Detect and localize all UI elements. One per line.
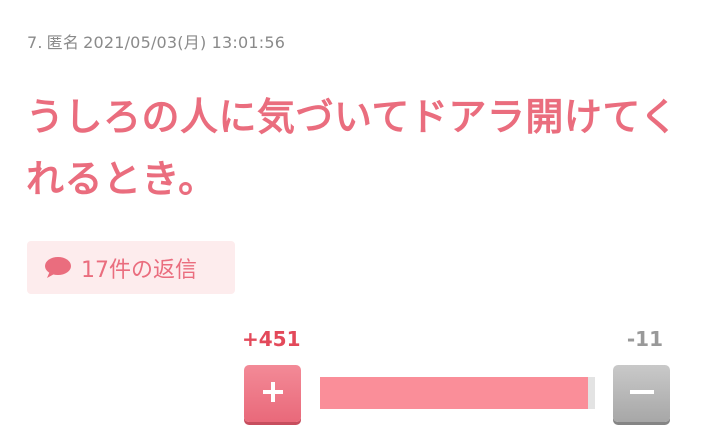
plus-vote-button[interactable] — [244, 365, 301, 422]
plus-vote-count: +451 — [242, 327, 301, 351]
post-meta: 7. 匿名 2021/05/03(月) 13:01:56 — [27, 29, 285, 53]
replies-button[interactable]: 17件の返信 — [27, 241, 235, 294]
plus-icon — [261, 380, 285, 408]
vote-ratio-fill — [320, 377, 589, 409]
minus-vote-button[interactable] — [613, 365, 670, 422]
speech-bubble-icon — [44, 256, 72, 280]
comment-text: うしろの人に気づいてドアラ開けてく れるとき。 — [26, 86, 698, 210]
post-author: 匿名 — [46, 33, 80, 52]
minus-icon — [628, 380, 656, 408]
post-datetime: 2021/05/03(月) 13:01:56 — [83, 33, 286, 52]
post-number: 7. — [27, 33, 43, 52]
vote-ratio-bar — [320, 377, 595, 409]
replies-label: 17件の返信 — [81, 257, 197, 283]
comment-line: れるとき。 — [26, 157, 217, 201]
comment-line: うしろの人に気づいてドアラ開けてく — [26, 95, 679, 139]
minus-vote-count: -11 — [626, 327, 663, 351]
